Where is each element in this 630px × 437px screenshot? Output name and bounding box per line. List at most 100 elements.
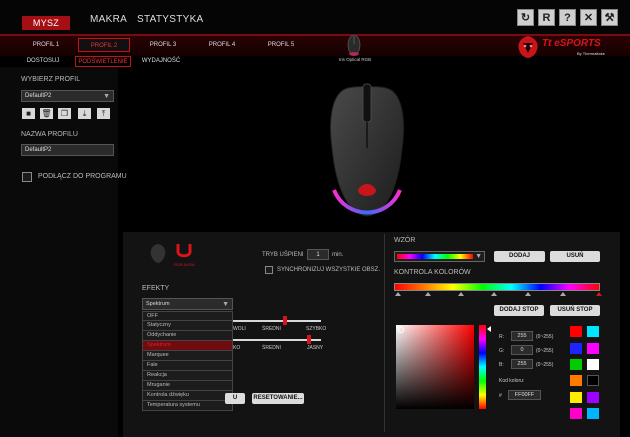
brand-logo-sub: By Thermaltake bbox=[577, 51, 605, 56]
subtab-podswietlenie[interactable]: PODŚWIETLENIE bbox=[75, 56, 131, 67]
effect-option-spectrum[interactable]: Spektrum bbox=[142, 341, 233, 351]
color-picker-cursor[interactable] bbox=[398, 327, 404, 333]
g-input[interactable]: 0 bbox=[511, 345, 533, 355]
effect-select[interactable]: Spektrum ▼ bbox=[142, 298, 233, 310]
tab-profile-3[interactable]: PROFIL 3 bbox=[137, 38, 189, 52]
pattern-select[interactable]: ▼ bbox=[394, 251, 485, 262]
r-label: R: bbox=[499, 334, 504, 340]
rgb-aura-icon[interactable] bbox=[175, 242, 193, 258]
brightness-label-medium: ŚREDNI bbox=[262, 345, 281, 351]
speed-slider-track[interactable] bbox=[233, 320, 321, 322]
effect-option-sound[interactable]: Kontrola dźwięku bbox=[142, 391, 233, 401]
b-input[interactable]: 255 bbox=[511, 359, 533, 369]
tools-icon[interactable]: ⚒ bbox=[601, 9, 618, 26]
r-input[interactable]: 255 bbox=[511, 331, 533, 341]
speed-slider-handle[interactable] bbox=[283, 316, 287, 325]
import-profile-icon[interactable]: ⤓ bbox=[78, 108, 91, 119]
g-range: (0~255) bbox=[536, 348, 554, 354]
chevron-down-icon: ▼ bbox=[103, 93, 110, 100]
apply-button[interactable]: U bbox=[225, 393, 245, 404]
hue-slider[interactable] bbox=[479, 325, 486, 409]
swatch-4[interactable] bbox=[587, 343, 599, 354]
effect-option-wave[interactable]: Fale bbox=[142, 361, 233, 371]
swatch-12[interactable] bbox=[587, 408, 599, 419]
copy-profile-icon[interactable]: ❐ bbox=[58, 108, 71, 119]
swatch-8[interactable] bbox=[587, 375, 599, 386]
brand-logo-text: Tt eSPORTS bbox=[542, 38, 601, 49]
tt-dragon-logo bbox=[518, 36, 538, 58]
effect-option-off[interactable]: OFF bbox=[142, 311, 233, 321]
delete-profile-icon[interactable]: 🗑 bbox=[40, 108, 53, 119]
swatch-3[interactable] bbox=[570, 343, 582, 354]
effects-label: EFEKTY bbox=[142, 285, 170, 292]
logo-zone-icon[interactable] bbox=[148, 242, 168, 266]
subtab-dostosuj[interactable]: DOSTOSUJ bbox=[20, 56, 66, 67]
left-panel bbox=[0, 67, 118, 437]
swatch-5[interactable] bbox=[570, 359, 582, 370]
swatch-9[interactable] bbox=[570, 392, 582, 403]
subtab-wydajnosc[interactable]: WYDAJNOŚĆ bbox=[136, 56, 186, 67]
hue-slider-handle[interactable] bbox=[487, 326, 491, 332]
pattern-label: WZÓR bbox=[394, 237, 416, 244]
sleep-mode-input[interactable]: 1 bbox=[307, 249, 329, 260]
pattern-gradient-preview bbox=[397, 254, 473, 259]
tab-profile-4[interactable]: PROFIL 4 bbox=[196, 38, 248, 52]
swatch-10[interactable] bbox=[587, 392, 599, 403]
effect-option-static[interactable]: Statyczny bbox=[142, 321, 233, 331]
remove-stop-button[interactable]: USUŃ STOP bbox=[550, 305, 600, 316]
g-label: G: bbox=[499, 348, 505, 354]
reset-button[interactable]: RESETOWANIE... bbox=[252, 393, 304, 404]
effect-option-marquee[interactable]: Marquee bbox=[142, 351, 233, 361]
profile-select[interactable]: DefaultP2 ▼ bbox=[21, 90, 114, 102]
refresh-icon[interactable]: ↻ bbox=[517, 9, 534, 26]
speed-label-medium: ŚREDNI bbox=[262, 326, 281, 332]
close-icon[interactable]: ✕ bbox=[580, 9, 597, 26]
gradient-stop-markers[interactable] bbox=[394, 291, 604, 299]
swatch-2[interactable] bbox=[587, 326, 599, 337]
panel-divider bbox=[384, 234, 385, 432]
speed-label-slow: WOLI bbox=[233, 326, 246, 332]
swatch-1[interactable] bbox=[570, 326, 582, 337]
color-code-label: Kod koloru: bbox=[499, 378, 525, 384]
nav-statystyka[interactable]: STATYSTYKA bbox=[137, 14, 204, 25]
profile-name-input[interactable]: DefaultP2 bbox=[21, 144, 114, 156]
color-picker-square[interactable] bbox=[396, 325, 474, 409]
tab-profile-5[interactable]: PROFIL 5 bbox=[255, 38, 307, 52]
sleep-mode-label: TRYB UŚPIENI bbox=[262, 252, 304, 258]
speed-label-fast: SZYBKO bbox=[306, 326, 327, 332]
effect-option-reaction[interactable]: Reakcja bbox=[142, 371, 233, 381]
pattern-remove-button[interactable]: USUŃ bbox=[550, 251, 600, 262]
device-name: Iris Optical RGB bbox=[338, 57, 372, 62]
tab-profile-1[interactable]: PROFIL 1 bbox=[20, 38, 72, 52]
nav-mysz[interactable]: MYSZ bbox=[22, 16, 70, 30]
new-profile-icon[interactable]: ■ bbox=[22, 108, 35, 119]
add-stop-button[interactable]: DODAJ STOP bbox=[494, 305, 544, 316]
brightness-slider-handle[interactable] bbox=[307, 335, 311, 344]
effect-option-temperature[interactable]: Temperatura systemu bbox=[142, 401, 233, 411]
help-icon[interactable]: ? bbox=[559, 9, 576, 26]
swatch-6[interactable] bbox=[587, 359, 599, 370]
reset-icon[interactable]: R bbox=[538, 9, 555, 26]
swatch-7[interactable] bbox=[570, 375, 582, 386]
export-profile-icon[interactable]: ⤒ bbox=[97, 108, 110, 119]
profile-select-value: DefaultP2 bbox=[25, 93, 52, 99]
chevron-down-icon: ▼ bbox=[222, 301, 229, 308]
mouse-thumbnail[interactable] bbox=[343, 32, 365, 58]
pattern-add-button[interactable]: DODAJ bbox=[494, 251, 545, 262]
sync-all-checkbox[interactable] bbox=[265, 266, 273, 274]
effect-option-breathing[interactable]: Oddychanie bbox=[142, 331, 233, 341]
color-code-hash: # bbox=[499, 393, 502, 399]
color-gradient-bar[interactable] bbox=[394, 283, 600, 291]
link-program-checkbox[interactable] bbox=[22, 172, 32, 182]
tab-profile-2[interactable]: PROFIL 2 bbox=[78, 38, 130, 52]
nav-makra[interactable]: MAKRA bbox=[90, 14, 127, 25]
effect-dropdown-list: OFF Statyczny Oddychanie Spektrum Marque… bbox=[142, 311, 233, 411]
rgb-aura-label: RGB AURA bbox=[174, 262, 195, 267]
sleep-mode-unit: min. bbox=[332, 252, 344, 258]
effect-select-value: Spektrum bbox=[146, 301, 170, 307]
color-control-label: KONTROLA KOLORÓW bbox=[394, 269, 471, 276]
swatch-11[interactable] bbox=[570, 408, 582, 419]
choose-profile-label: WYBIERZ PROFIL bbox=[21, 76, 81, 83]
effect-option-blink[interactable]: Mruganie bbox=[142, 381, 233, 391]
color-code-input[interactable]: FF00FF bbox=[508, 390, 541, 400]
